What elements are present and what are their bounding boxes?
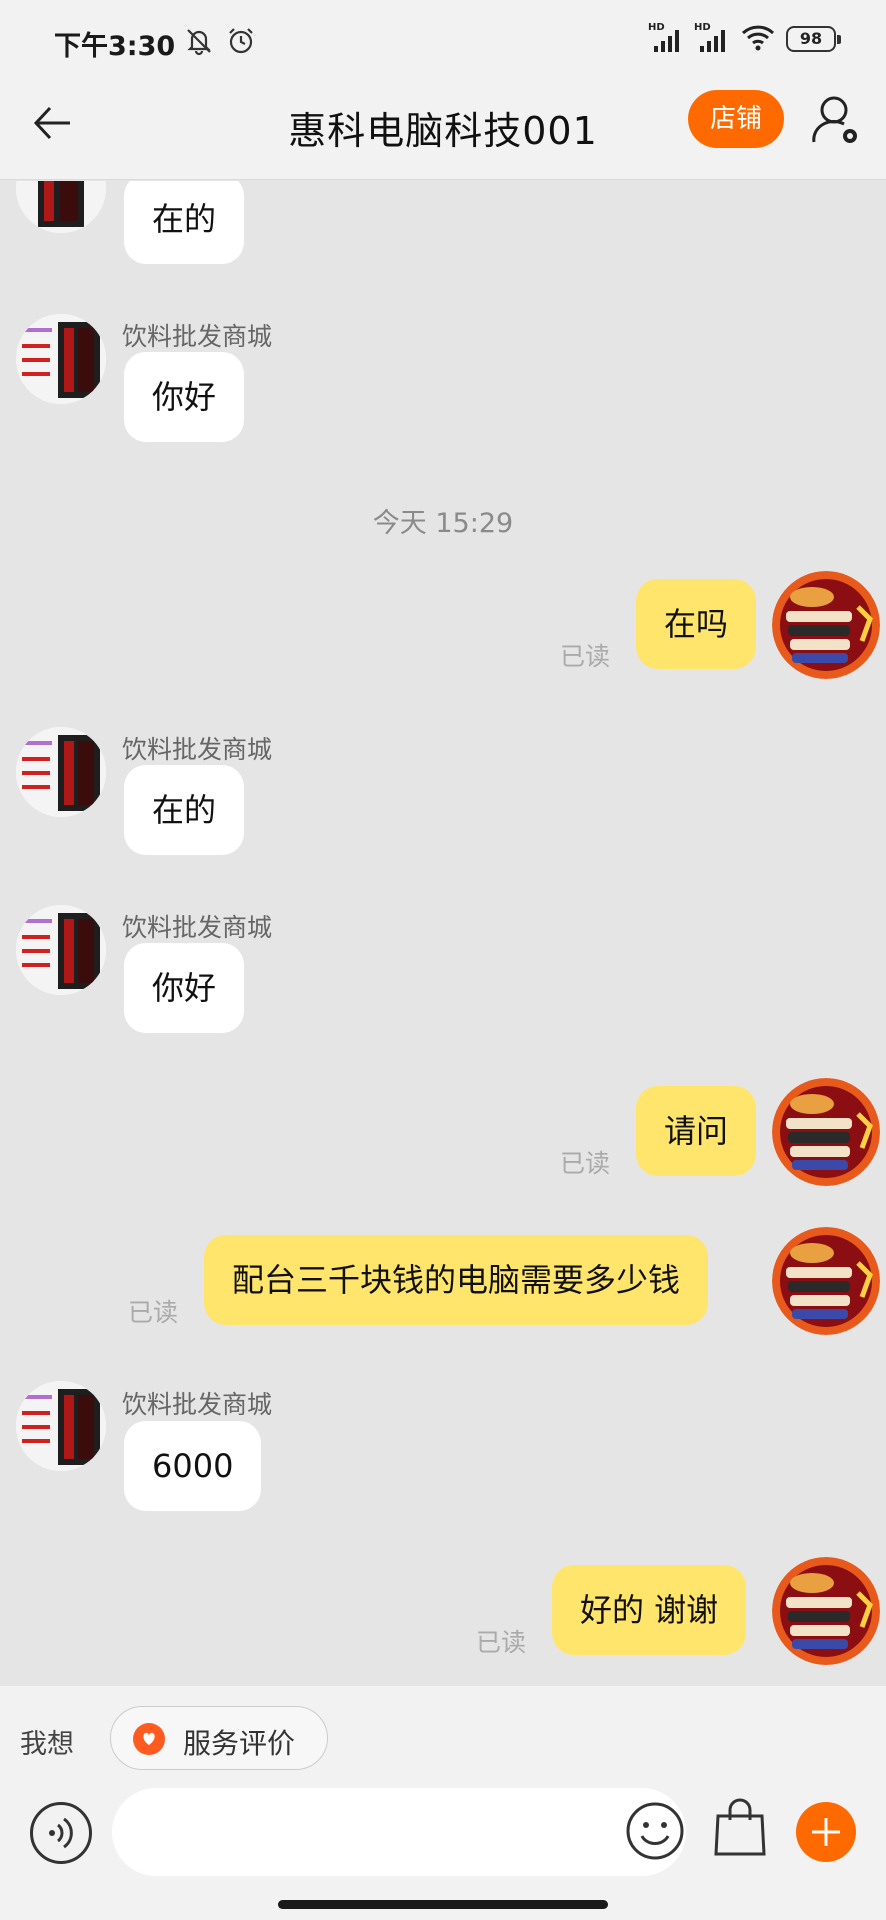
message-bubble-incoming[interactable]: 你好 [124, 943, 245, 1033]
quick-reply-label: 我想 [20, 1729, 74, 1760]
my-avatar[interactable] [772, 1227, 880, 1335]
emoji-button[interactable] [624, 1800, 686, 1862]
message-bubble-outgoing[interactable]: 请问 [636, 1086, 757, 1176]
shopping-bag-icon [714, 1798, 766, 1856]
shop-avatar[interactable] [16, 314, 106, 404]
user-settings-button[interactable] [808, 90, 866, 152]
my-avatar[interactable] [772, 571, 880, 679]
signal-icon: HD [694, 22, 730, 54]
read-status: 已读 [560, 1149, 611, 1178]
signal-icon: HD [648, 22, 684, 54]
battery-icon: 98 [786, 26, 841, 52]
message-bubble-outgoing[interactable]: 好的 谢谢 [552, 1565, 747, 1655]
message-input[interactable] [112, 1788, 686, 1876]
message-bubble-outgoing[interactable]: 配台三千块钱的电脑需要多少钱 [204, 1235, 709, 1325]
read-status: 已读 [560, 642, 611, 671]
message-bubble-incoming[interactable]: 6000 [124, 1421, 262, 1511]
more-options-button[interactable] [796, 1802, 856, 1862]
status-time: 下午3:30 [54, 31, 176, 62]
voice-input-button[interactable] [30, 1802, 92, 1864]
read-status: 已读 [128, 1298, 179, 1327]
message-bubble-incoming[interactable]: 在的 [124, 181, 245, 264]
chat-messages[interactable]: 在的 饮料批发商城 你好 今天 15:29 已读 在吗 饮料批发商城 在的 饮料… [0, 181, 886, 1686]
input-panel: 我想 服务评价 [0, 1686, 886, 1920]
wifi-icon [740, 22, 776, 56]
message-bubble-incoming[interactable]: 你好 [124, 352, 245, 442]
emoji-icon [626, 1802, 684, 1860]
message-bubble-incoming[interactable]: 在的 [124, 765, 245, 855]
sender-name: 饮料批发商城 [122, 1390, 273, 1419]
user-settings-icon [812, 96, 857, 143]
shop-avatar[interactable] [16, 1381, 106, 1471]
my-avatar[interactable] [772, 1078, 880, 1186]
sender-name: 饮料批发商城 [122, 322, 273, 351]
chat-header: 惠科电脑科技001 店铺 [0, 70, 886, 180]
message-bubble-outgoing[interactable]: 在吗 [636, 579, 757, 669]
sender-name: 饮料批发商城 [122, 913, 273, 942]
status-bar: 下午3:30 HD HD 98 [0, 0, 886, 70]
chat-timestamp: 今天 15:29 [372, 508, 514, 539]
shop-button[interactable]: 店铺 [688, 90, 784, 148]
read-status: 已读 [476, 1628, 527, 1657]
shopping-bag-button[interactable] [710, 1796, 770, 1860]
plus-icon [812, 1818, 840, 1846]
shop-avatar[interactable] [16, 905, 106, 995]
my-avatar[interactable] [772, 1557, 880, 1665]
service-review-label: 服务评价 [183, 1727, 296, 1760]
alarm-clock-icon [226, 26, 256, 60]
sender-name: 饮料批发商城 [122, 735, 273, 764]
mute-bell-icon [184, 26, 214, 60]
service-review-chip[interactable]: 服务评价 [110, 1706, 328, 1770]
shop-avatar[interactable] [16, 727, 106, 817]
shop-avatar[interactable] [16, 181, 106, 233]
voice-icon [49, 1817, 73, 1849]
service-review-icon [133, 1723, 165, 1755]
home-indicator[interactable] [278, 1900, 608, 1909]
